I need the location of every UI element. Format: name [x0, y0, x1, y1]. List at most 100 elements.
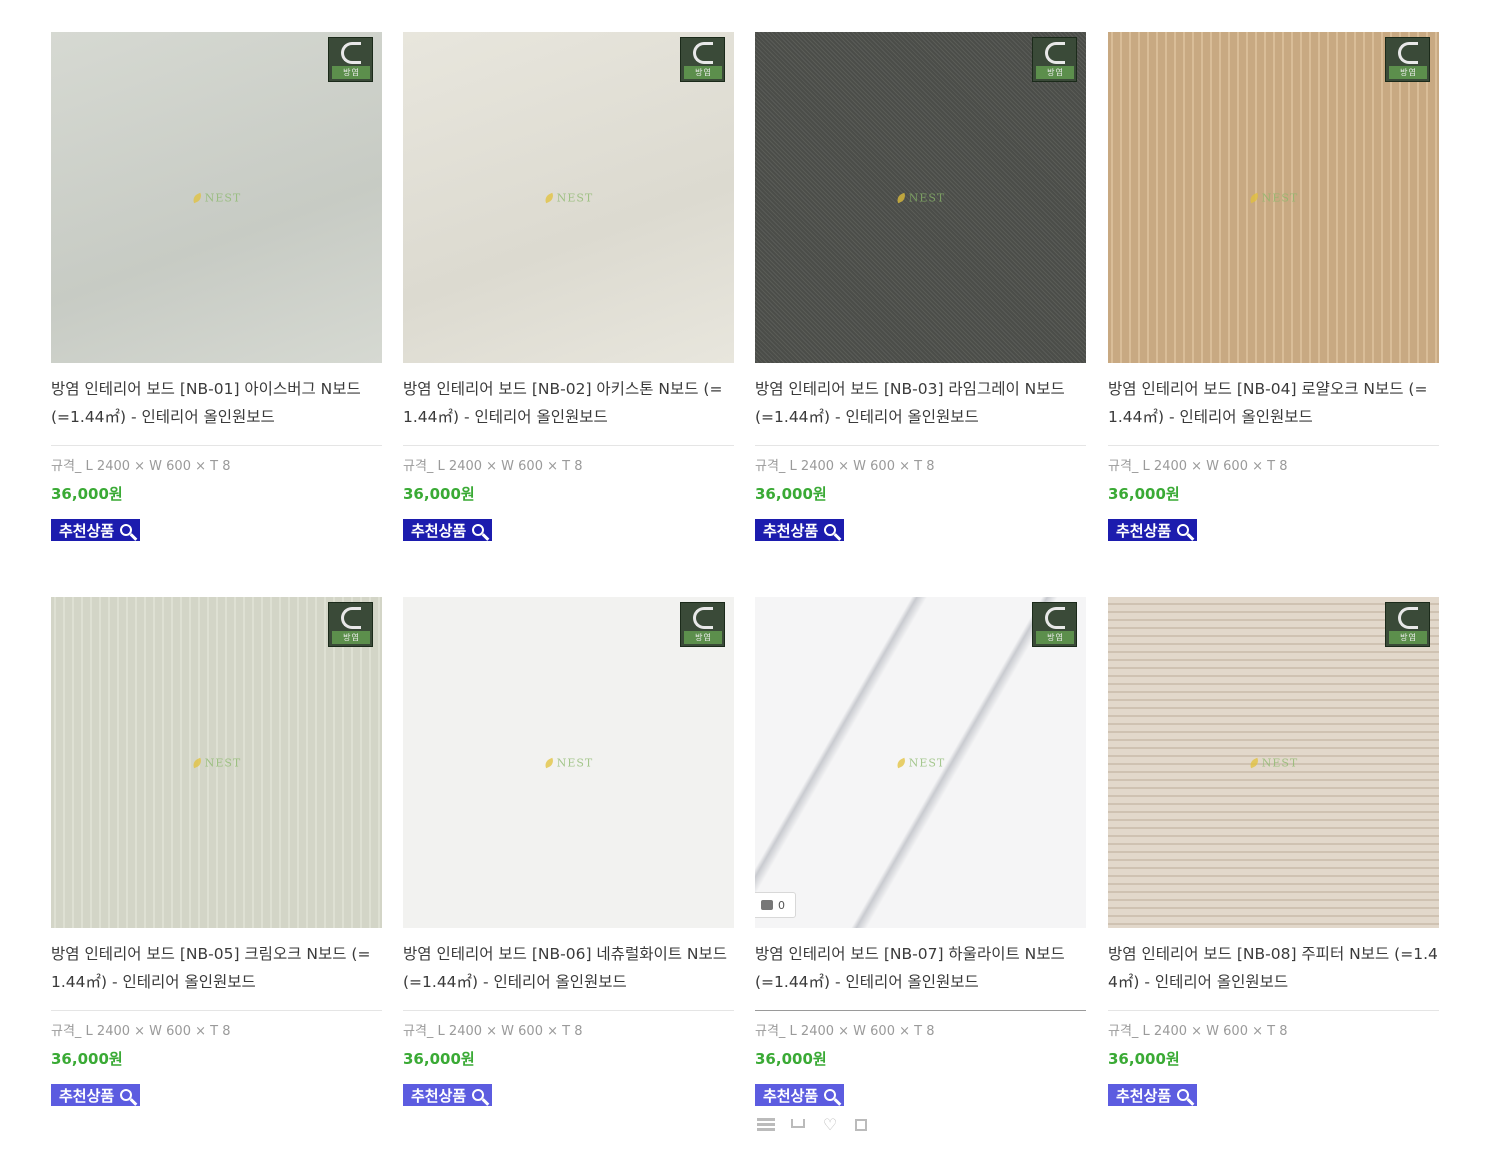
product-spec: 규격_ L 2400 × W 600 × T 8: [1108, 1024, 1288, 1039]
product-title[interactable]: 방염 인테리어 보드 [NB-06] 네츄럴화이트 N보드 (=1.44㎡) -…: [403, 940, 734, 998]
watermark-text: NEST: [556, 756, 594, 769]
product-price: 36,000원: [1108, 485, 1180, 503]
kc-mark-text: 방염: [343, 633, 360, 642]
nest-logo-icon: NEST: [190, 756, 242, 769]
kc-mark-text: 방염: [1400, 633, 1417, 642]
list-view-icon[interactable]: [757, 1117, 775, 1133]
product-price: 36,000원: [403, 485, 475, 503]
divider: [1108, 1010, 1439, 1011]
watermark-text: NEST: [1261, 191, 1299, 204]
product-actions: ♡: [757, 1117, 871, 1133]
kc-certification-icon: 방염: [328, 602, 373, 647]
product-spec: 규격_ L 2400 × W 600 × T 8: [403, 459, 583, 474]
watermark-text: NEST: [908, 191, 946, 204]
product-title[interactable]: 방염 인테리어 보드 [NB-05] 크림오크 N보드 (=1.44㎡) - 인…: [51, 940, 382, 998]
divider: [755, 445, 1086, 446]
product-image[interactable]: 방염 NEST: [755, 32, 1086, 363]
kc-certification-icon: 방염: [328, 37, 373, 82]
nest-logo-icon: NEST: [894, 756, 946, 769]
badge-label: 추천상품: [1116, 521, 1172, 540]
product-price: 36,000원: [755, 1050, 827, 1068]
product-card[interactable]: 방염 NEST 방염 인테리어 보드 [NB-06] 네츄럴화이트 N보드 (=…: [403, 597, 734, 1106]
product-spec: 규격_ L 2400 × W 600 × T 8: [755, 1024, 935, 1039]
product-image[interactable]: 방염 NEST: [403, 32, 734, 363]
product-title[interactable]: 방염 인테리어 보드 [NB-02] 아키스톤 N보드 (=1.44㎡) - 인…: [403, 375, 734, 433]
divider: [755, 1010, 1086, 1011]
product-title[interactable]: 방염 인테리어 보드 [NB-04] 로얄오크 N보드 (=1.44㎡) - 인…: [1108, 375, 1439, 433]
product-title[interactable]: 방염 인테리어 보드 [NB-07] 하울라이트 N보드 (=1.44㎡) - …: [755, 940, 1086, 998]
product-image[interactable]: 방염 NEST 0: [755, 597, 1086, 928]
product-spec: 규격_ L 2400 × W 600 × T 8: [1108, 459, 1288, 474]
kc-mark-text: 방염: [695, 633, 712, 642]
kc-certification-icon: 방염: [680, 37, 725, 82]
recommend-badge[interactable]: 추천상품: [403, 1084, 493, 1106]
badge-label: 추천상품: [59, 1086, 115, 1105]
search-icon: [824, 1089, 837, 1101]
product-image[interactable]: 방염 NEST: [51, 32, 382, 363]
nest-logo-icon: NEST: [1247, 191, 1299, 204]
product-card[interactable]: 방염 NEST 방염 인테리어 보드 [NB-05] 크림오크 N보드 (=1.…: [51, 597, 382, 1106]
nest-logo-icon: NEST: [894, 191, 946, 204]
like-count: 0: [778, 898, 785, 912]
badge-label: 추천상품: [763, 521, 819, 540]
product-card[interactable]: 방염 NEST 0 방염 인테리어 보드 [NB-07] 하울라이트 N보드 (…: [755, 597, 1086, 1106]
cart-icon[interactable]: [789, 1117, 807, 1133]
search-icon: [472, 524, 485, 536]
badge-label: 추천상품: [1116, 1086, 1172, 1105]
product-title[interactable]: 방염 인테리어 보드 [NB-08] 주피터 N보드 (=1.44㎡) - 인테…: [1108, 940, 1439, 998]
product-price: 36,000원: [51, 485, 123, 503]
product-card[interactable]: 방염 NEST 방염 인테리어 보드 [NB-03] 라임그레이 N보드 (=1…: [755, 32, 1086, 541]
divider: [51, 1010, 382, 1011]
kc-mark-text: 방염: [343, 68, 360, 77]
product-image[interactable]: 방염 NEST: [1108, 32, 1439, 363]
watermark-text: NEST: [204, 756, 242, 769]
product-image[interactable]: 방염 NEST: [51, 597, 382, 928]
like-button[interactable]: 0: [755, 892, 796, 918]
nest-logo-icon: NEST: [542, 191, 594, 204]
search-icon: [1177, 1089, 1190, 1101]
recommend-badge[interactable]: 추천상품: [51, 1084, 141, 1106]
search-icon: [824, 524, 837, 536]
divider: [1108, 445, 1439, 446]
badge-label: 추천상품: [763, 1086, 819, 1105]
kc-certification-icon: 방염: [1032, 602, 1077, 647]
product-spec: 규격_ L 2400 × W 600 × T 8: [755, 459, 935, 474]
search-icon: [120, 1089, 133, 1101]
heart-icon[interactable]: ♡: [821, 1117, 839, 1133]
product-price: 36,000원: [51, 1050, 123, 1068]
kc-certification-icon: 방염: [680, 602, 725, 647]
recommend-badge[interactable]: 추천상품: [755, 519, 845, 541]
product-title[interactable]: 방염 인테리어 보드 [NB-03] 라임그레이 N보드 (=1.44㎡) - …: [755, 375, 1086, 433]
product-image[interactable]: 방염 NEST: [403, 597, 734, 928]
divider: [51, 445, 382, 446]
kc-mark-text: 방염: [1047, 68, 1064, 77]
product-image[interactable]: 방염 NEST: [1108, 597, 1439, 928]
product-grid: 방염 NEST 방염 인테리어 보드 [NB-01] 아이스버그 N보드 (=1…: [0, 0, 1500, 1166]
recommend-badge[interactable]: 추천상품: [1108, 1084, 1198, 1106]
badge-label: 추천상품: [411, 1086, 467, 1105]
kc-certification-icon: 방염: [1032, 37, 1077, 82]
recommend-badge[interactable]: 추천상품: [1108, 519, 1198, 541]
product-card[interactable]: 방염 NEST 방염 인테리어 보드 [NB-04] 로얄오크 N보드 (=1.…: [1108, 32, 1439, 541]
search-icon: [120, 524, 133, 536]
product-card[interactable]: 방염 NEST 방염 인테리어 보드 [NB-01] 아이스버그 N보드 (=1…: [51, 32, 382, 541]
product-title[interactable]: 방염 인테리어 보드 [NB-01] 아이스버그 N보드 (=1.44㎡) - …: [51, 375, 382, 433]
kc-certification-icon: 방염: [1385, 602, 1430, 647]
badge-label: 추천상품: [411, 521, 467, 540]
search-icon: [472, 1089, 485, 1101]
product-spec: 규격_ L 2400 × W 600 × T 8: [403, 1024, 583, 1039]
recommend-badge[interactable]: 추천상품: [403, 519, 493, 541]
nest-logo-icon: NEST: [1247, 756, 1299, 769]
watermark-text: NEST: [908, 756, 946, 769]
product-card[interactable]: 방염 NEST 방염 인테리어 보드 [NB-02] 아키스톤 N보드 (=1.…: [403, 32, 734, 541]
recommend-badge[interactable]: 추천상품: [755, 1084, 845, 1106]
product-card[interactable]: 방염 NEST 방염 인테리어 보드 [NB-08] 주피터 N보드 (=1.4…: [1108, 597, 1439, 1106]
search-icon: [1177, 524, 1190, 536]
badge-label: 추천상품: [59, 521, 115, 540]
kc-mark-text: 방염: [1047, 633, 1064, 642]
watermark-text: NEST: [1261, 756, 1299, 769]
share-icon[interactable]: [853, 1117, 871, 1133]
recommend-badge[interactable]: 추천상품: [51, 519, 141, 541]
kc-mark-text: 방염: [695, 68, 712, 77]
watermark-text: NEST: [204, 191, 242, 204]
